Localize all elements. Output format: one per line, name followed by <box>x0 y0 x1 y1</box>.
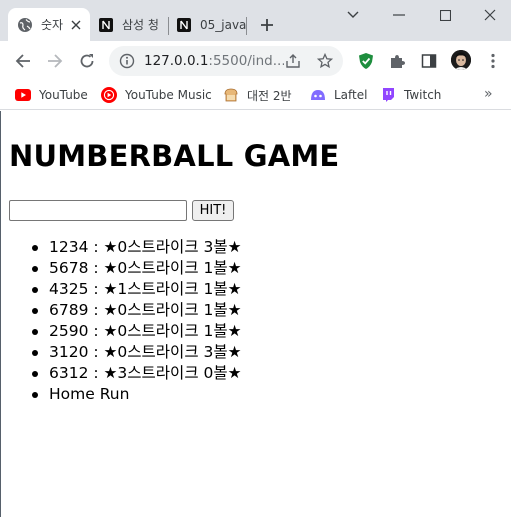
forward-icon[interactable] <box>45 51 65 71</box>
shield-extension-icon[interactable] <box>356 51 376 71</box>
globe-icon <box>17 17 33 33</box>
url-text[interactable]: 127.0.0.1:5500/ind... <box>144 53 284 69</box>
bookmark-label: YouTube Music <box>125 88 212 102</box>
list-item: 6789 : ★0스트라이크 1볼★ <box>9 300 479 321</box>
back-icon[interactable] <box>13 51 33 71</box>
address-bar[interactable]: 127.0.0.1:5500/ind... <box>109 46 343 76</box>
info-icon[interactable] <box>119 53 135 69</box>
bookmark-label: Laftel <box>334 88 368 102</box>
minimize-icon[interactable] <box>376 0 422 30</box>
url-path: :5500/ind... <box>208 53 284 69</box>
close-tab-icon[interactable] <box>68 17 84 33</box>
new-tab-button[interactable] <box>257 15 277 35</box>
page-title: NUMBERBALL GAME <box>9 139 340 173</box>
youtube-music-icon <box>101 87 117 103</box>
bookmark-twitch[interactable]: Twitch <box>380 85 441 105</box>
list-item: 1234 : ★0스트라이크 3볼★ <box>9 237 479 258</box>
tab-title: 05_java <box>200 17 246 32</box>
bread-icon <box>223 87 239 103</box>
youtube-icon <box>15 87 31 103</box>
tab-strip: 숫자 삼성 청 05_java <box>0 0 511 41</box>
tab-3[interactable]: 05_java <box>168 8 246 41</box>
result-list: 1234 : ★0스트라이크 3볼★ 5678 : ★0스트라이크 1볼★ 43… <box>9 237 479 405</box>
tab-search-icon[interactable] <box>330 0 376 30</box>
reload-icon[interactable] <box>77 51 97 71</box>
tab-separator <box>246 17 247 35</box>
bookmark-label: YouTube <box>39 88 88 102</box>
tab-2[interactable]: 삼성 청 <box>90 8 168 41</box>
share-icon[interactable] <box>285 53 301 69</box>
bookmark-star-icon[interactable] <box>317 53 333 69</box>
puzzle-extension-icon[interactable] <box>387 51 407 71</box>
tab-active[interactable]: 숫자 <box>8 8 90 41</box>
list-item: 4325 : ★1스트라이크 1볼★ <box>9 279 479 300</box>
url-host: 127.0.0.1 <box>144 53 209 69</box>
close-icon[interactable] <box>467 0 511 30</box>
list-item: Home Run <box>9 384 479 405</box>
bookmark-youtube[interactable]: YouTube <box>15 85 88 105</box>
hit-button[interactable]: HIT! <box>192 200 234 221</box>
tab-title: 숫자 <box>41 18 64 32</box>
bookmarks-overflow-icon[interactable]: » <box>484 86 500 102</box>
list-item: 3120 : ★0스트라이크 3볼★ <box>9 342 479 363</box>
bookmark-youtube-music[interactable]: YouTube Music <box>101 85 212 105</box>
twitch-icon <box>380 87 396 103</box>
list-item: 6312 : ★3스트라이크 0볼★ <box>9 363 479 384</box>
notion-icon <box>176 17 192 33</box>
bookmarks-bar: YouTube YouTube Music 대전 2반 Laftel Twitc… <box>0 81 511 110</box>
page-content: NUMBERBALL GAME HIT! 1234 : ★0스트라이크 3볼★ … <box>0 111 511 517</box>
bookmark-laftel[interactable]: Laftel <box>310 85 367 105</box>
list-item: 5678 : ★0스트라이크 1볼★ <box>9 258 479 279</box>
browser-toolbar: 127.0.0.1:5500/ind... <box>0 41 511 81</box>
tab-title: 삼성 청 <box>122 18 159 32</box>
notion-icon <box>98 17 114 33</box>
profile-avatar[interactable] <box>451 50 471 70</box>
maximize-icon[interactable] <box>422 0 468 30</box>
bookmark-daejeon[interactable]: 대전 2반 <box>223 85 292 105</box>
list-item: 2590 : ★0스트라이크 1볼★ <box>9 321 479 342</box>
bookmark-label: Twitch <box>404 88 442 102</box>
laftel-icon <box>310 87 326 103</box>
number-input[interactable] <box>9 200 187 221</box>
more-menu-icon[interactable] <box>483 51 503 71</box>
bookmark-label: 대전 2반 <box>247 88 292 103</box>
side-panel-icon[interactable] <box>419 51 439 71</box>
